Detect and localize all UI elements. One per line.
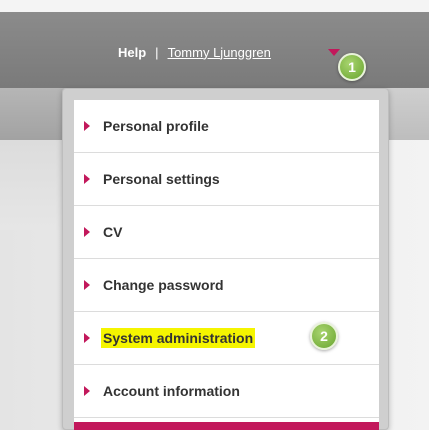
menu-item-label: Personal settings	[103, 171, 220, 187]
menu-item-change-password[interactable]: Change password	[74, 259, 379, 312]
triangle-right-icon	[84, 174, 90, 184]
menu-bottom-accent	[74, 422, 379, 430]
user-menu-link[interactable]: Tommy Ljunggren	[168, 45, 271, 60]
content-shade	[0, 140, 64, 230]
top-strip	[0, 0, 429, 12]
help-link[interactable]: Help	[118, 45, 146, 60]
step-badge-2: 2	[310, 322, 338, 350]
triangle-right-icon	[84, 333, 90, 343]
menu-item-label: Personal profile	[103, 118, 209, 134]
menu-item-label: Change password	[103, 277, 224, 293]
menu-item-personal-settings[interactable]: Personal settings	[74, 153, 379, 206]
caret-down-icon[interactable]	[328, 49, 340, 56]
menu-item-label: Account information	[103, 383, 240, 399]
menu-item-cv[interactable]: CV	[74, 206, 379, 259]
menu-item-personal-profile[interactable]: Personal profile	[74, 100, 379, 153]
menu-list: Personal profile Personal settings CV Ch…	[74, 100, 379, 430]
triangle-right-icon	[84, 280, 90, 290]
menu-item-label: System administration	[101, 328, 256, 348]
header-separator: |	[155, 44, 159, 60]
triangle-right-icon	[84, 227, 90, 237]
header-links: Help | Tommy Ljunggren	[118, 43, 271, 61]
triangle-right-icon	[84, 121, 90, 131]
step-badge-1: 1	[338, 53, 366, 81]
menu-item-label: CV	[103, 224, 123, 240]
triangle-right-icon	[84, 386, 90, 396]
menu-item-account-information[interactable]: Account information	[74, 365, 379, 418]
